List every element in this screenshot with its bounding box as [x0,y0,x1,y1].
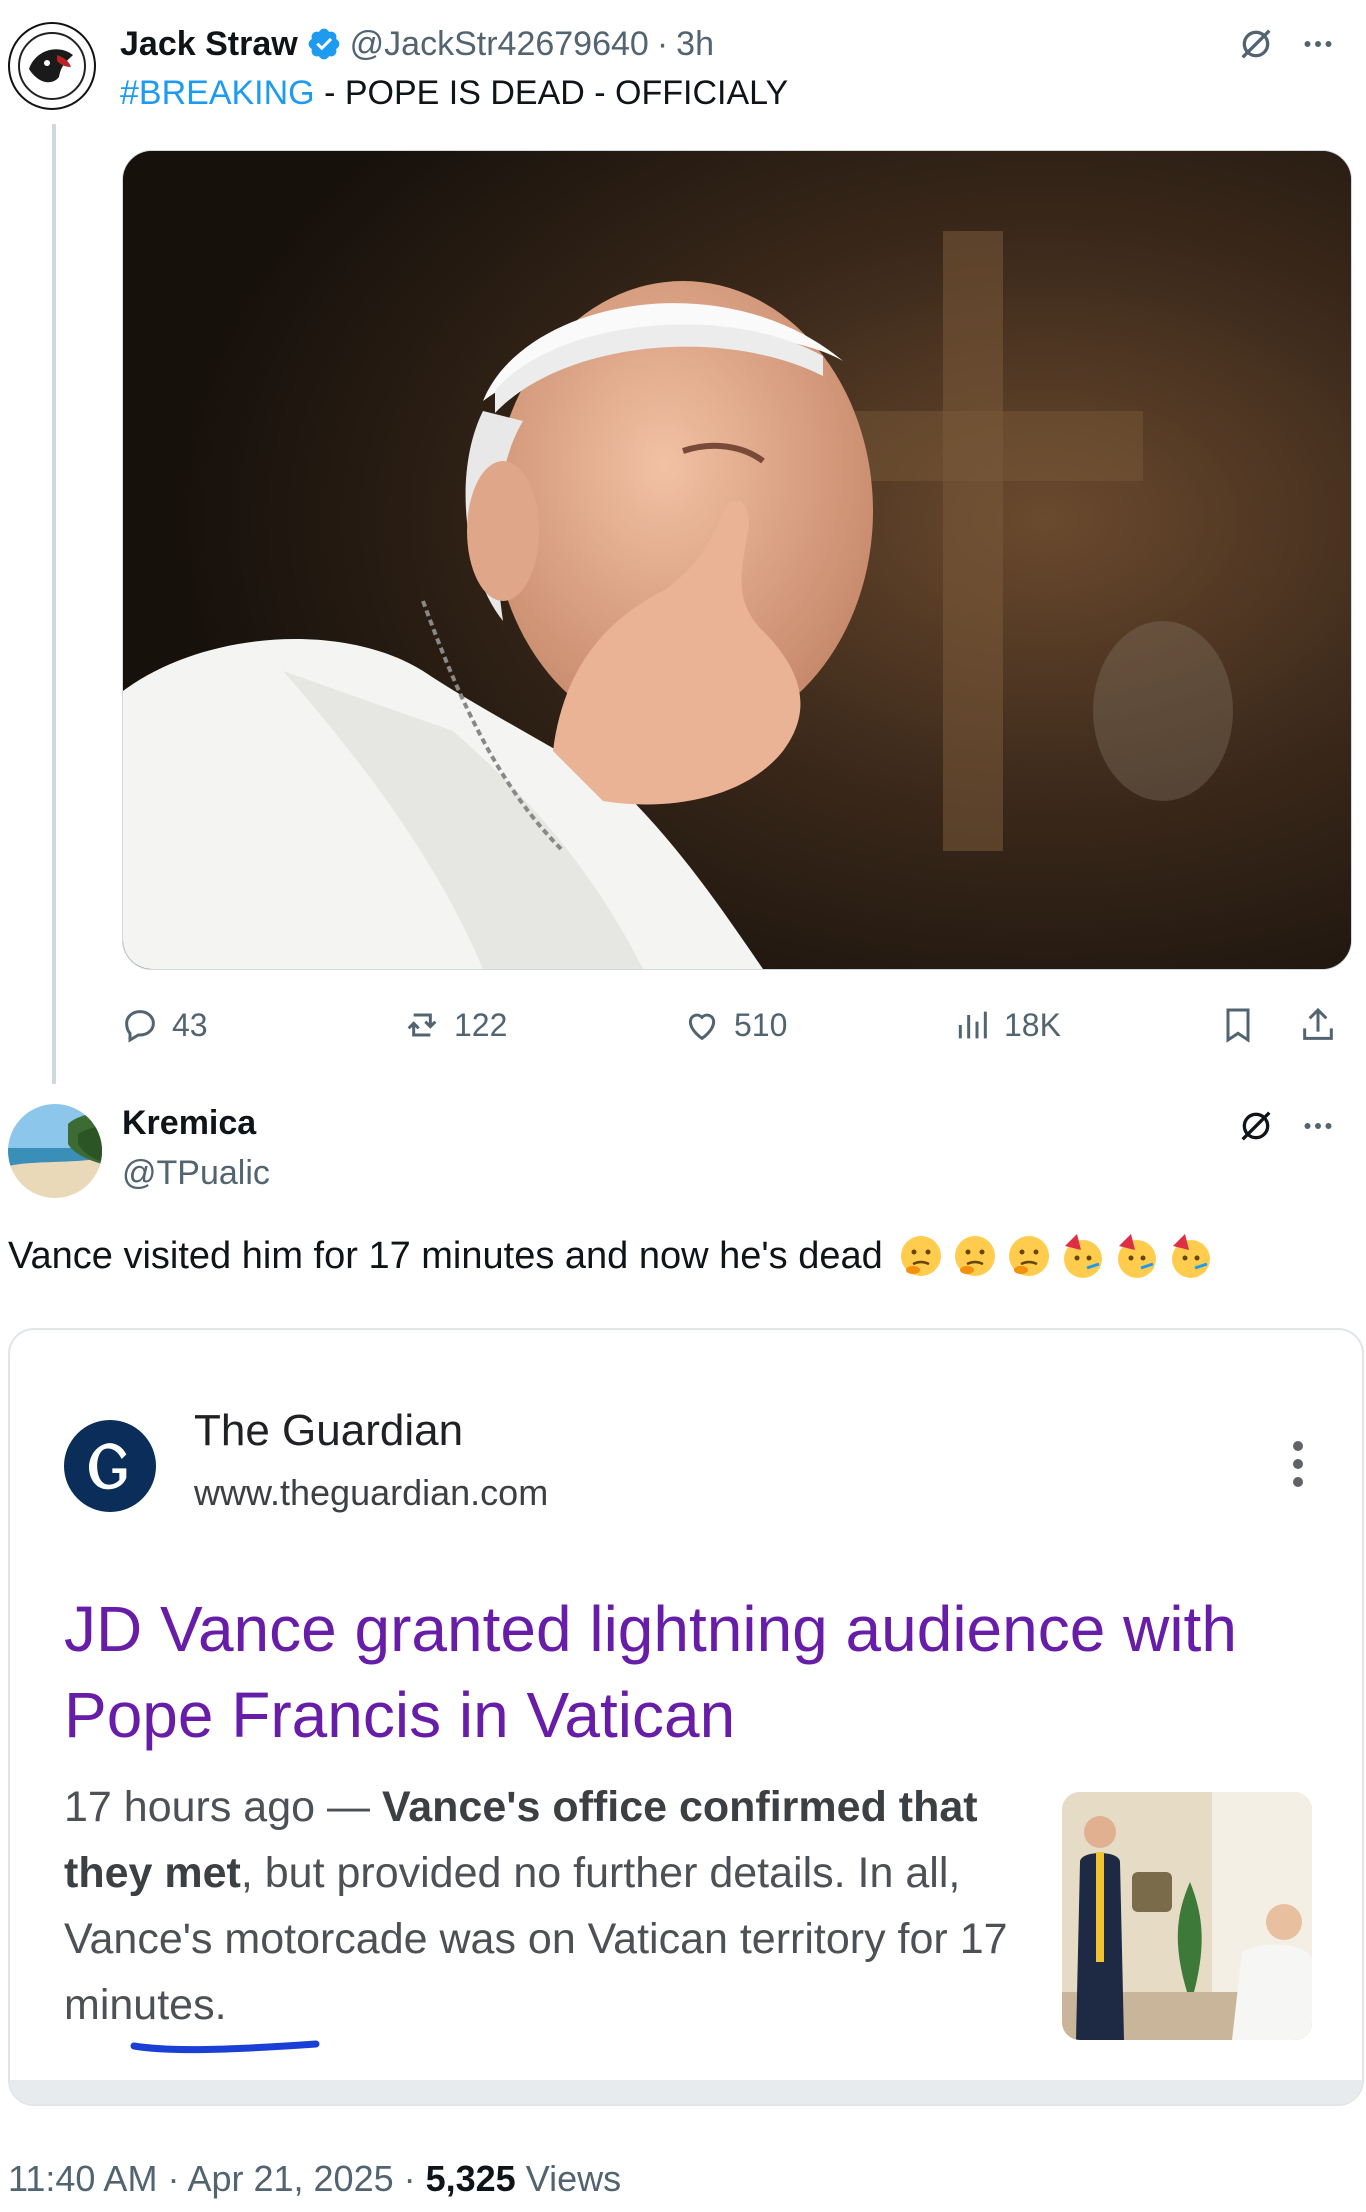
avatar[interactable] [8,1104,102,1198]
separator-dot: · [393,2158,426,2199]
guardian-logo [64,1420,156,1512]
separator-dot: · [656,24,669,63]
display-name[interactable]: Kremica [122,1104,256,1143]
grok-icon[interactable] [1234,22,1278,66]
avatar[interactable] [8,22,96,110]
partying-face-icon [1063,1234,1102,1278]
views-label: Views [515,2158,622,2199]
tweet-body: - POPE IS DEAD - OFFICIALY [314,74,789,112]
more-options-icon[interactable] [1296,22,1340,66]
like-count: 510 [734,1006,788,1043]
thinking-face-icon [954,1236,995,1276]
bookmark-button[interactable] [1218,1000,1258,1050]
tweet-meta: 11:40 AM · Apr 21, 2025 · 5,325 Views [8,2158,621,2200]
thinking-face-icon [1008,1236,1049,1276]
tweet-text: #BREAKING - POPE IS DEAD - OFFICIALY [120,74,788,113]
bookmark-icon [1226,1008,1250,1043]
article-dash: — [315,1783,382,1831]
tweet-header: Jack Straw @JackStr42679640 · 3h [120,22,714,66]
repost-count: 122 [454,1006,508,1043]
partying-face-icon [1171,1234,1210,1278]
tweet-photo[interactable] [122,150,1352,970]
share-button[interactable] [1298,1000,1338,1050]
tweet-actions: 43 122 510 18K [120,1000,1360,1050]
hashtag-link[interactable]: #BREAKING [120,74,315,112]
heart-icon [688,1013,716,1041]
reply-body: Vance visited him for 17 minutes and now… [8,1234,883,1277]
reply-button[interactable]: 43 [120,1000,208,1050]
source-name: The Guardian [194,1406,464,1455]
like-button[interactable]: 510 [682,1000,787,1050]
article-thumbnail [1062,1792,1312,2040]
repost-icon [407,1013,437,1037]
thinking-face-icon [900,1236,941,1276]
more-options-icon[interactable] [1296,1104,1340,1148]
share-icon [1303,1007,1333,1040]
pope-photo-image [123,151,1351,969]
reply-text-row: Vance visited him for 17 minutes and now… [8,1232,1215,1280]
user-handle[interactable]: @JackStr42679640 [350,25,649,64]
views-button[interactable]: 18K [952,1000,1061,1050]
article-age: 17 hours ago [64,1783,316,1831]
user-handle[interactable]: @TPualic [122,1154,270,1193]
beach-avatar-image [8,1104,102,1198]
source-url: www.theguardian.com [194,1472,549,1513]
avatar-image [18,32,86,100]
thread-line [52,124,56,1084]
tweet-date[interactable]: Apr 21, 2025 [187,2158,393,2199]
partying-face-icon [1117,1234,1156,1278]
separator-dot: · [157,2158,188,2199]
display-name[interactable]: Jack Straw [120,25,298,64]
reply-count: 43 [172,1006,208,1043]
tweet-age[interactable]: 3h [676,25,714,64]
views-count: 5,325 [425,2158,516,2199]
embedded-article-image[interactable]: The Guardian www.theguardian.com JD Vanc… [8,1328,1364,2106]
reply-icon [125,1010,155,1043]
article-headline[interactable]: JD Vance granted lightning audience with… [64,1586,1314,1758]
article-snippet: 17 hours ago — Vance's office confirmed … [64,1774,1044,2038]
grok-icon[interactable] [1234,1104,1278,1148]
verified-badge-icon [306,26,342,62]
hand-drawn-underline [130,2040,320,2054]
tweet-time[interactable]: 11:40 AM [8,2158,157,2199]
more-vertical-icon[interactable] [1278,1434,1318,1494]
card-bottom-edge [10,2080,1362,2104]
view-count: 18K [1004,1006,1061,1043]
repost-button[interactable]: 122 [402,1000,507,1050]
views-chart-icon [958,1011,987,1039]
